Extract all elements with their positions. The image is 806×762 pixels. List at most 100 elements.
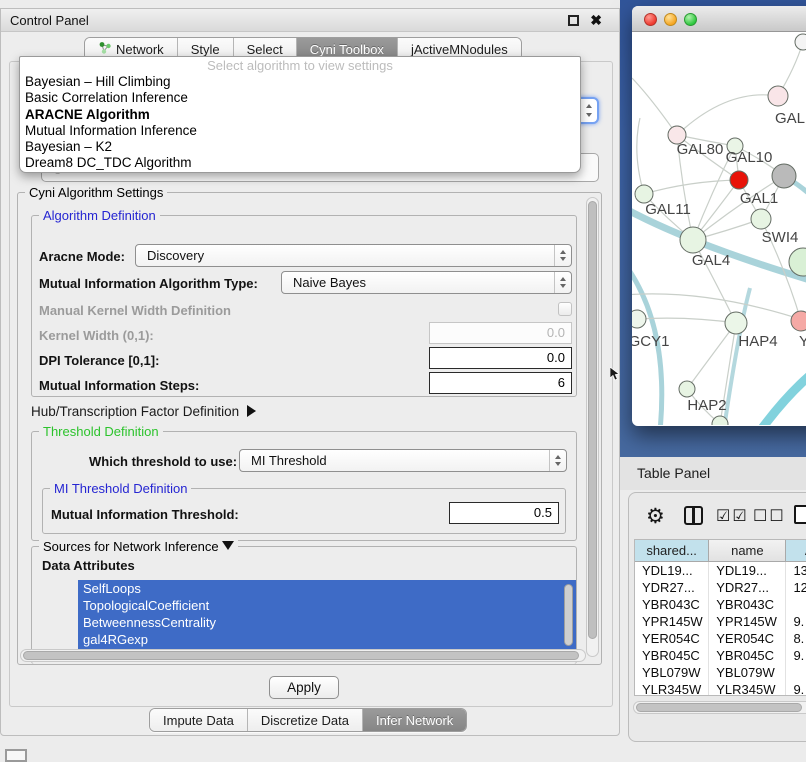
dropdown-option-bayesian-k2[interactable]: Bayesian – K2	[20, 139, 580, 155]
network-node-label: GAL10	[726, 149, 773, 166]
network-node-gcy1[interactable]	[632, 310, 646, 328]
settings-vertical-scrollbar[interactable]	[586, 197, 599, 657]
dropdown-option-mutual-information-inference[interactable]: Mutual Information Inference	[20, 123, 580, 139]
split-columns-icon[interactable]	[684, 506, 703, 525]
network-window[interactable]: GALGAL80GAL10GAL1GAL11GAL4SWI4GCY1HAP4YH…	[632, 6, 806, 426]
table-cell: YLR345W	[709, 681, 786, 696]
table-cell: YDL19...	[709, 562, 786, 579]
hub-definition-toggle[interactable]: Hub/Transcription Factor Definition	[31, 404, 256, 419]
mi-algorithm-type-select[interactable]: Naive Bayes	[281, 271, 572, 294]
which-threshold-label: Which threshold to use:	[89, 454, 237, 469]
manual-kernel-label: Manual Kernel Width Definition	[39, 303, 231, 318]
dpi-tolerance-field[interactable]: 0.0	[429, 347, 572, 369]
aracne-mode-value: Discovery	[147, 245, 204, 266]
screen: GALGAL80GAL10GAL1GAL11GAL4SWI4GCY1HAP4YH…	[0, 0, 806, 762]
network-node[interactable]	[795, 34, 806, 50]
threshold-definition-group: Threshold Definition Which threshold to …	[31, 431, 577, 541]
tab-label: Discretize Data	[261, 713, 349, 728]
network-window-titlebar[interactable]	[632, 6, 806, 32]
close-traffic-light-icon[interactable]	[644, 13, 657, 26]
apply-button[interactable]: Apply	[269, 676, 339, 699]
network-node-hap4[interactable]	[725, 312, 747, 334]
dropdown-option-basic-correlation-inference[interactable]: Basic Correlation Inference	[20, 90, 580, 106]
table-header-row: shared...nameA	[635, 540, 806, 562]
table-row[interactable]: YBR043CYBR043C	[635, 596, 806, 613]
cyni-algorithm-settings-group: Cyni Algorithm Settings Algorithm Defini…	[17, 192, 602, 665]
which-threshold-value: MI Threshold	[251, 450, 327, 471]
network-canvas[interactable]: GALGAL80GAL10GAL1GAL11GAL4SWI4GCY1HAP4YH…	[632, 33, 806, 425]
attribute-item-selfloops[interactable]: SelfLoops	[78, 580, 576, 597]
table-row[interactable]: YLR345WYLR345W9.	[635, 681, 806, 696]
manual-kernel-checkbox[interactable]	[558, 302, 572, 316]
network-node-gal1[interactable]	[751, 209, 771, 229]
expanded-arrow-icon[interactable]	[222, 541, 234, 550]
float-window-icon[interactable]	[568, 15, 579, 26]
dpi-tolerance-label: DPI Tolerance [0,1]:	[39, 353, 159, 368]
mi-threshold-label: Mutual Information Threshold:	[51, 507, 239, 522]
mi-threshold-field[interactable]: 0.5	[449, 502, 559, 524]
network-node[interactable]	[772, 164, 796, 188]
table-cell: YBR043C	[709, 596, 786, 613]
table-row[interactable]: YDR27...YDR27...12	[635, 579, 806, 596]
table-row[interactable]: YBL079WYBL079W	[635, 664, 806, 681]
minimize-traffic-light-icon[interactable]	[664, 13, 677, 26]
mi-steps-field[interactable]: 6	[429, 372, 572, 394]
dropdown-option-bayesian-hill-climbing[interactable]: Bayesian – Hill Climbing	[20, 74, 580, 90]
sources-legend[interactable]: Sources for Network Inference	[39, 539, 238, 554]
table-body: YDL19...YDL19...13YDR27...YDR27...12YBR0…	[635, 562, 806, 696]
dropdown-option-dream8-dc-tdc-algorithm[interactable]: Dream8 DC_TDC Algorithm	[20, 155, 580, 171]
network-node-label: GCY1	[632, 333, 669, 350]
mi-type-value: Naive Bayes	[293, 272, 366, 293]
network-node-hap2[interactable]	[679, 381, 695, 397]
table-row[interactable]: YPR145WYPR145W9.	[635, 613, 806, 630]
column-header-name[interactable]: name	[709, 540, 786, 561]
attribute-item-topologicalcoefficient[interactable]: TopologicalCoefficient	[78, 597, 576, 614]
table-cell: 9.	[786, 681, 806, 696]
checked-pair-icon[interactable]: ☑☑	[716, 506, 749, 526]
dropdown-option-aracne-algorithm[interactable]: ARACNE Algorithm	[20, 107, 580, 123]
scrollbar-thumb[interactable]	[636, 703, 802, 712]
close-icon[interactable]: ✖	[590, 12, 602, 29]
column-header-a[interactable]: A	[786, 540, 806, 561]
tab-impute-data[interactable]: Impute Data	[150, 709, 248, 731]
table-cell: 9.	[786, 647, 806, 664]
table-cell: YBL079W	[709, 664, 786, 681]
page-icon[interactable]	[794, 505, 806, 524]
network-node-label: HAP2	[687, 397, 726, 414]
algorithm-definition-legend: Algorithm Definition	[39, 208, 160, 223]
tab-infer-network[interactable]: Infer Network	[363, 709, 466, 731]
zoom-traffic-light-icon[interactable]	[684, 13, 697, 26]
attribute-item-gal4rgexp[interactable]: gal4RGexp	[78, 631, 576, 648]
gear-icon[interactable]: ⚙	[646, 504, 665, 529]
attribute-item-betweennesscentrality[interactable]: BetweennessCentrality	[78, 614, 576, 631]
control-panel-titlebar[interactable]: Control Panel ✖	[1, 9, 619, 32]
column-header-shared[interactable]: shared...	[635, 540, 709, 561]
table-row[interactable]: YER054CYER054C8.	[635, 630, 806, 647]
network-node-y[interactable]	[791, 311, 806, 331]
scrollbar-thumb[interactable]	[23, 651, 579, 660]
table-row[interactable]: YDL19...YDL19...13	[635, 562, 806, 579]
kernel-width-field[interactable]: 0.0	[429, 322, 572, 344]
network-node-label: GAL1	[740, 190, 778, 207]
which-threshold-select[interactable]: MI Threshold	[239, 449, 567, 472]
network-edge	[760, 363, 806, 425]
network-node[interactable]	[730, 171, 748, 189]
collapsed-corner-button[interactable]	[5, 749, 27, 762]
network-node-gal[interactable]	[768, 86, 788, 106]
table-horizontal-scrollbar[interactable]	[633, 701, 806, 714]
unchecked-pair-icon[interactable]: ☐☐	[753, 506, 786, 526]
tab-discretize-data[interactable]: Discretize Data	[248, 709, 363, 731]
aracne-mode-select[interactable]: Discovery	[135, 244, 572, 267]
network-node-gal4[interactable]	[680, 227, 706, 253]
scrollbar-thumb[interactable]	[588, 201, 597, 639]
data-attributes-list[interactable]: SelfLoopsTopologicalCoefficientBetweenne…	[78, 580, 576, 656]
cyni-algorithm-settings-legend: Cyni Algorithm Settings	[25, 185, 167, 200]
table-row[interactable]: YBR045CYBR045C9.	[635, 647, 806, 664]
collapsed-arrow-icon[interactable]	[247, 405, 256, 417]
list-scrollbar[interactable]	[564, 584, 573, 646]
network-node-label: GAL4	[692, 252, 730, 269]
node-table: shared...nameA YDL19...YDL19...13YDR27..…	[634, 539, 806, 696]
settings-horizontal-scrollbar[interactable]	[20, 649, 586, 662]
table-cell: YDR27...	[709, 579, 786, 596]
table-cell: 12	[786, 579, 806, 596]
